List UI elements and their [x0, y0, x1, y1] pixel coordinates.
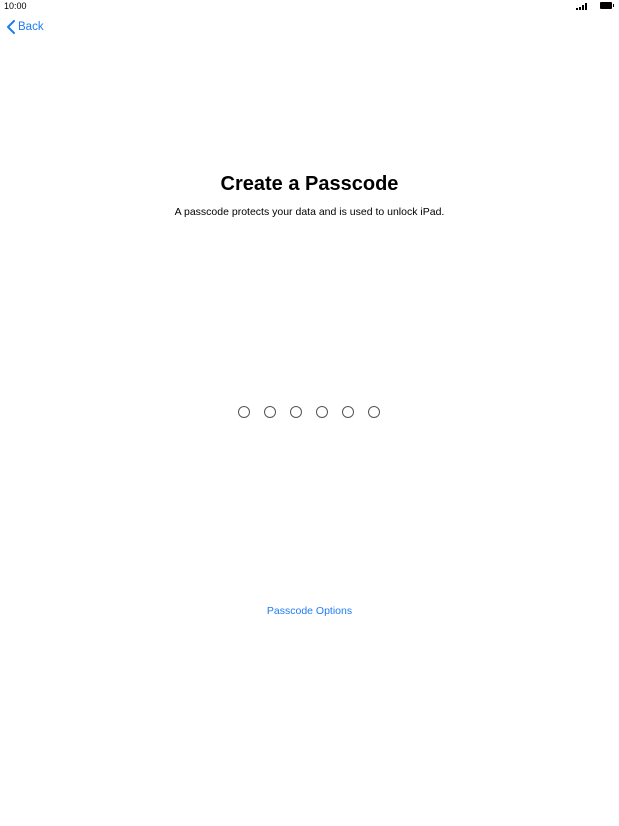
status-time: 10:00: [4, 1, 27, 11]
passcode-dot: [238, 406, 250, 418]
passcode-dots: [238, 406, 382, 418]
battery-icon: [600, 2, 614, 10]
page-title: Create a Passcode: [220, 173, 399, 195]
passcode-dot: [342, 406, 354, 418]
passcode-dot: [264, 406, 276, 418]
back-label: Back: [18, 21, 44, 33]
status-bar: 10:00: [0, 0, 619, 14]
passcode-dot: [290, 406, 302, 418]
cellular-signal-icon: [576, 3, 587, 10]
chevron-left-icon: [7, 20, 15, 34]
passcode-dot: [368, 406, 380, 418]
passcode-dot: [316, 406, 328, 418]
back-button[interactable]: Back: [7, 19, 44, 35]
page-subtitle: A passcode protects your data and is use…: [174, 206, 445, 218]
passcode-options-button[interactable]: Passcode Options: [0, 605, 619, 617]
